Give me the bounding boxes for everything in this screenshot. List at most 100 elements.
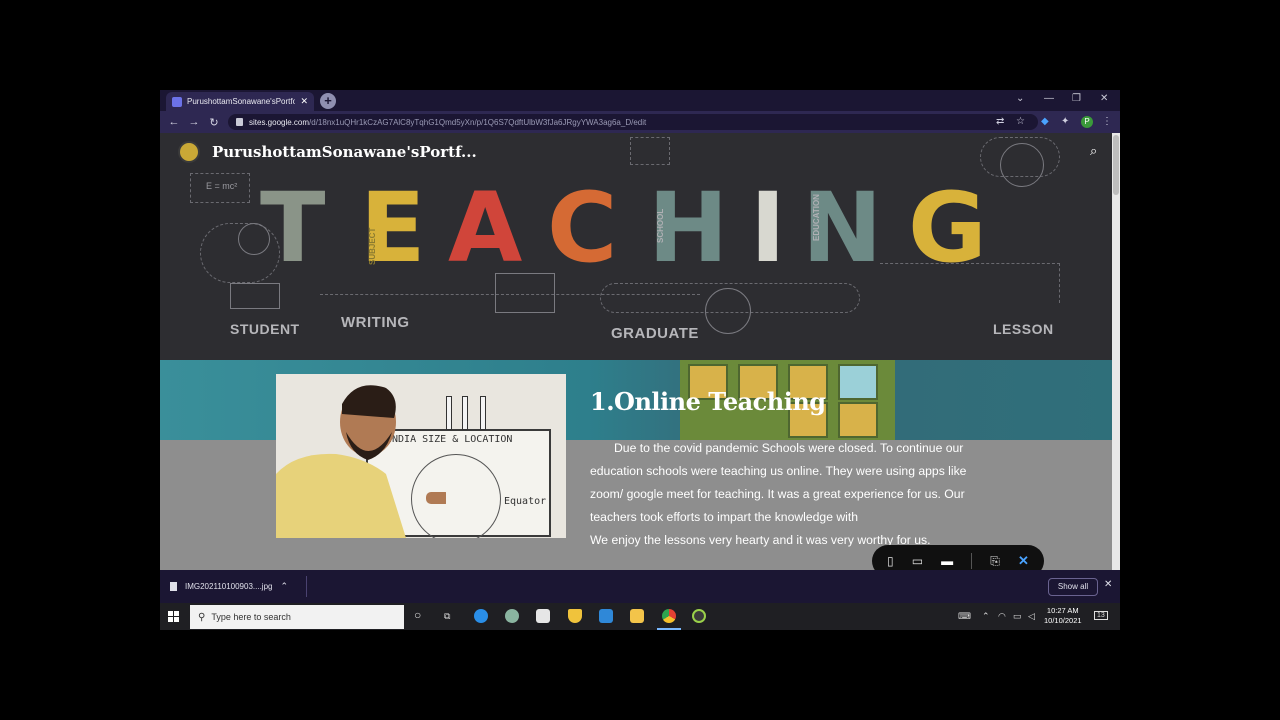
active-app-indicator <box>657 628 681 630</box>
hero-banner: E = mc² PurushottamSonawane'sPortf... ⌕ … <box>160 133 1112 360</box>
menu-kebab-icon[interactable]: ⋮ <box>1102 116 1112 127</box>
taskbar-clock[interactable]: 10:27 AM 10/10/2021 <box>1044 606 1082 626</box>
edge-icon[interactable] <box>474 609 488 623</box>
download-item[interactable]: IMG202110100903....jpg ⌃ <box>170 578 288 595</box>
marker <box>446 396 452 430</box>
site-search-icon[interactable]: ⌕ <box>1090 143 1097 159</box>
close-window-button[interactable]: ✕ <box>1100 93 1108 104</box>
hero-letter-i: I <box>750 178 786 278</box>
chevron-up-tray-icon[interactable]: ⌃ <box>982 611 990 622</box>
hero-letter-c: C <box>547 172 617 284</box>
teacher-figure <box>276 385 446 538</box>
browser-tab[interactable]: PurushottamSonawane'sPortfolio ✕ <box>166 92 314 111</box>
taskbar-search-box[interactable]: ⚲ Type here to search <box>190 605 404 629</box>
file-icon <box>170 582 177 591</box>
page-scrollbar[interactable] <box>1112 133 1120 570</box>
formula-text: E = mc² <box>206 181 238 191</box>
whiteboard-text: Equator <box>504 496 547 507</box>
atom-icon <box>1000 143 1044 187</box>
video-tile <box>838 364 878 400</box>
download-file-name: IMG202110100903....jpg <box>185 582 273 591</box>
preview-device-toolbar: ▯ ▭ ▬ ⎘ ✕ <box>872 545 1044 570</box>
chrome-icon[interactable] <box>662 609 676 623</box>
tablet-preview-icon[interactable]: ▭ <box>912 554 923 568</box>
cortana-icon[interactable]: ○ <box>414 608 421 622</box>
clock-date: 10/10/2021 <box>1044 616 1082 625</box>
close-preview-icon[interactable]: ✕ <box>1018 553 1029 569</box>
section-paragraph: Due to the covid pandemic Schools were c… <box>590 441 967 524</box>
hero-label-education: EDUCATION <box>812 194 821 241</box>
phone-preview-icon[interactable]: ▯ <box>887 554 894 568</box>
close-tab-icon[interactable]: ✕ <box>300 96 308 107</box>
clock-time: 10:27 AM <box>1046 606 1079 615</box>
battery-icon[interactable]: ▭ <box>1013 611 1022 622</box>
windows-start-icon[interactable] <box>168 611 179 622</box>
teacher-photo[interactable]: INDIA SIZE & LOCATION Equator <box>276 374 566 538</box>
section-body: Due to the covid pandemic Schools were c… <box>590 437 990 552</box>
hero-label-lesson: LESSON <box>993 321 1054 337</box>
close-shelf-icon[interactable]: ✕ <box>1104 579 1112 590</box>
screen: PurushottamSonawane'sPortfolio ✕ + ⌄ — ❐… <box>160 90 1120 630</box>
hero-label-school: SCHOOL <box>656 208 665 243</box>
planet-icon <box>705 288 751 334</box>
forward-icon[interactable]: → <box>184 116 204 128</box>
hero-letter-a: A <box>448 172 522 284</box>
hero-label-student: STUDENT <box>230 321 300 337</box>
laptop-preview-icon[interactable]: ▬ <box>941 554 953 568</box>
notifications-icon[interactable]: 13 <box>1094 611 1108 620</box>
hero-letter-t: T <box>260 172 325 284</box>
show-all-button[interactable]: Show all <box>1048 578 1098 596</box>
bookmark-star-icon[interactable]: ☆ <box>1016 116 1025 127</box>
scrollbar-thumb[interactable] <box>1113 135 1119 195</box>
toolbar-divider <box>971 553 973 569</box>
app-icon[interactable] <box>505 609 519 623</box>
minimize-button[interactable]: — <box>1044 93 1054 104</box>
network-icon[interactable]: ◠ <box>998 611 1006 622</box>
browser-toolbar: ← → ↻ sites.google.com/d/18nx1uQHr1kCzAG… <box>160 111 1120 133</box>
mail-icon[interactable] <box>599 609 613 623</box>
lock-icon <box>236 118 243 126</box>
translate-icon[interactable]: ⇄ <box>996 116 1004 127</box>
address-bar[interactable]: sites.google.com/d/18nx1uQHr1kCzAG7AlC8y… <box>228 114 1038 130</box>
tab-search-icon[interactable]: ⌄ <box>1016 93 1024 104</box>
section-title: 1.Online Teaching <box>590 387 826 416</box>
tab-title: PurushottamSonawane'sPortfolio <box>187 97 296 106</box>
google-sites-icon <box>172 96 182 107</box>
hero-label-writing: WRITING <box>341 314 410 331</box>
tab-strip: PurushottamSonawane'sPortfolio ✕ + ⌄ — ❐… <box>160 90 1120 111</box>
url-text: sites.google.com/d/18nx1uQHr1kCzAG7AlC8y… <box>249 117 647 127</box>
restore-button[interactable]: ❐ <box>1072 93 1081 104</box>
site-logo[interactable] <box>178 141 200 163</box>
hero-letter-g: G <box>908 172 987 284</box>
marker <box>462 396 468 430</box>
extensions-puzzle-icon[interactable]: ✦ <box>1061 116 1069 127</box>
file-explorer-icon[interactable] <box>630 609 644 623</box>
extension-diamond-icon[interactable]: ◆ <box>1041 116 1049 127</box>
marker <box>480 396 486 430</box>
download-shelf: IMG202110100903....jpg ⌃ Show all ✕ <box>160 570 1120 603</box>
windows-taskbar: ⚲ Type here to search ○ ⧉ ⌨ ⌃ ◠ ▭ ◁ 10:2… <box>160 603 1120 630</box>
chevron-up-icon[interactable]: ⌃ <box>280 581 288 592</box>
open-new-tab-icon[interactable]: ⎘ <box>990 554 1000 569</box>
security-shield-icon[interactable] <box>568 609 582 623</box>
book-icon <box>230 283 280 309</box>
recorder-icon[interactable] <box>692 609 706 623</box>
profile-avatar[interactable]: P <box>1081 116 1093 128</box>
web-page: E = mc² PurushottamSonawane'sPortf... ⌕ … <box>160 133 1112 570</box>
search-icon: ⚲ <box>198 611 206 623</box>
keyboard-icon[interactable]: ⌨ <box>958 611 971 622</box>
store-icon[interactable] <box>536 609 550 623</box>
hero-label-subject: SUBJECT <box>368 227 377 265</box>
video-tile <box>838 402 878 438</box>
back-icon[interactable]: ← <box>164 116 184 128</box>
content-section: INDIA SIZE & LOCATION Equator 1.Online T… <box>160 360 1112 570</box>
new-tab-button[interactable]: + <box>320 93 336 109</box>
doodle-line <box>630 137 670 165</box>
site-title[interactable]: PurushottamSonawane'sPortf... <box>212 143 477 161</box>
reload-icon[interactable]: ↻ <box>204 116 224 129</box>
hero-label-graduate: GRADUATE <box>611 325 699 342</box>
task-view-icon[interactable]: ⧉ <box>444 611 450 622</box>
divider <box>306 576 307 597</box>
volume-icon[interactable]: ◁ <box>1028 611 1035 622</box>
taskbar-search-placeholder: Type here to search <box>211 612 291 622</box>
